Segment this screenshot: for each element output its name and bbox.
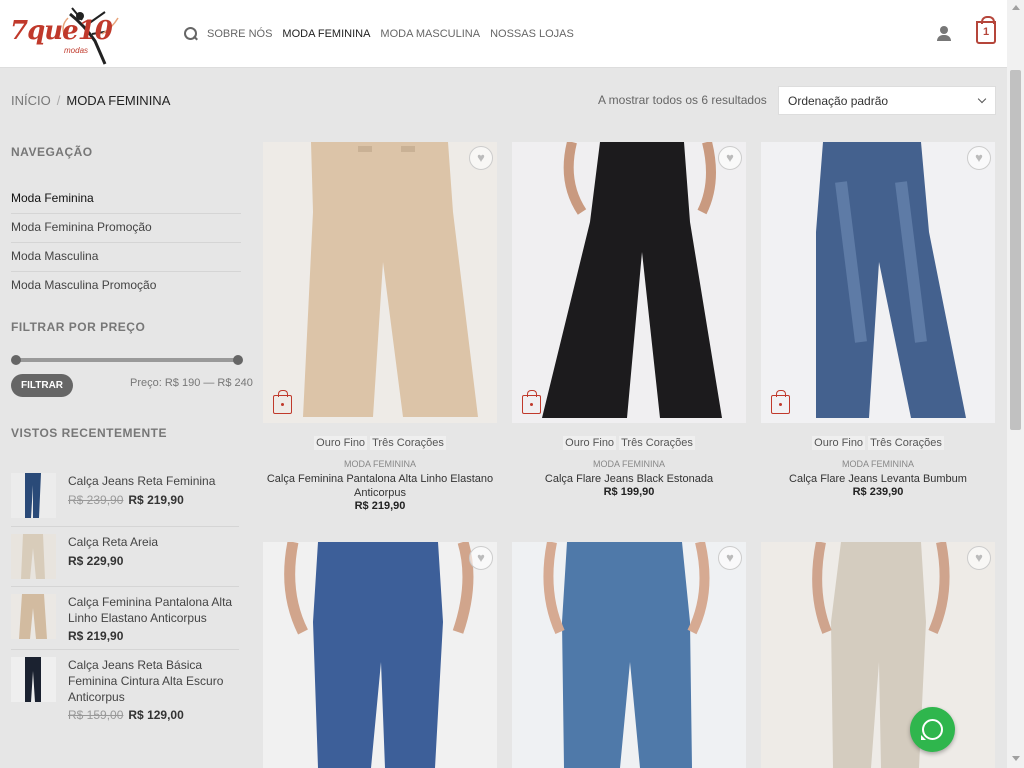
product-tag[interactable]: Ouro Fino xyxy=(563,436,617,450)
product-image[interactable]: ♥ xyxy=(761,142,995,423)
product-price: R$ 199,90 xyxy=(603,486,655,498)
product-tags: Ouro Fino Três Corações xyxy=(263,436,497,450)
scroll-up-arrow-icon[interactable] xyxy=(1012,5,1020,10)
recent-current-price: R$ 219,90 xyxy=(128,493,184,507)
logo[interactable]: 7que10 modas xyxy=(10,6,125,66)
recent-current-price: R$ 129,00 xyxy=(128,708,184,722)
nav-moda-masculina[interactable]: MODA MASCULINA xyxy=(380,28,480,40)
price-range-label: Preço: R$ 190 — R$ 240 xyxy=(130,377,253,389)
filter-button[interactable]: FILTRAR xyxy=(11,374,73,397)
product-tag[interactable]: Ouro Fino xyxy=(314,436,368,450)
wishlist-heart-icon[interactable]: ♥ xyxy=(967,146,991,170)
product-image[interactable]: ♥ xyxy=(263,542,497,768)
product-image[interactable]: ♥ xyxy=(512,142,746,423)
divider xyxy=(11,649,239,650)
whatsapp-icon[interactable] xyxy=(910,707,955,752)
category-moda-feminina[interactable]: Moda Feminina xyxy=(11,185,241,214)
recent-price: R$ 229,90 xyxy=(68,554,124,568)
wishlist-heart-icon[interactable]: ♥ xyxy=(967,546,991,570)
filter-title: FILTRAR POR PREÇO xyxy=(11,320,146,334)
recent-name[interactable]: Calça Jeans Reta Feminina xyxy=(68,473,240,489)
recent-price: R$ 219,90 xyxy=(68,629,124,643)
product-image[interactable]: ♥ xyxy=(263,142,497,423)
product-name[interactable]: Calça Flare Jeans Levanta Bumbum xyxy=(761,472,995,486)
results-count: A mostrar todos os 6 resultados xyxy=(598,93,767,107)
search-icon[interactable] xyxy=(183,26,199,42)
category-list: Moda Feminina Moda Feminina Promoção Mod… xyxy=(11,185,241,301)
recent-name[interactable]: Calça Reta Areia xyxy=(68,534,240,550)
breadcrumb-home[interactable]: INÍCIO xyxy=(11,93,51,108)
recent-thumb[interactable] xyxy=(11,594,56,639)
cart-icon[interactable]: 1 xyxy=(976,16,996,44)
category-moda-masculina[interactable]: Moda Masculina xyxy=(11,243,241,272)
recent-old-price: R$ 239,90 xyxy=(68,493,124,507)
product-tags: Ouro Fino Três Corações xyxy=(761,436,995,450)
scrollbar-thumb[interactable] xyxy=(1010,70,1021,430)
nav-moda-feminina[interactable]: MODA FEMININA xyxy=(282,28,370,40)
nav-nossas-lojas[interactable]: NOSSAS LOJAS xyxy=(490,28,574,40)
recent-thumb[interactable] xyxy=(11,657,56,702)
add-to-cart-bag-icon[interactable] xyxy=(522,390,541,414)
recently-viewed: VISTOS RECENTEMENTE Calça Jeans Reta Fem… xyxy=(11,426,241,722)
product-price: R$ 219,90 xyxy=(354,500,406,512)
scrollbar[interactable] xyxy=(1007,0,1024,768)
wishlist-heart-icon[interactable]: ♥ xyxy=(469,546,493,570)
logo-sub: modas xyxy=(64,46,89,55)
product-category: MODA FEMININA xyxy=(343,459,416,469)
wishlist-heart-icon[interactable]: ♥ xyxy=(718,146,742,170)
slider-max-handle[interactable] xyxy=(233,355,243,365)
wishlist-heart-icon[interactable]: ♥ xyxy=(718,546,742,570)
product-name[interactable]: Calça Feminina Pantalona Alta Linho Elas… xyxy=(263,472,497,500)
add-to-cart-bag-icon[interactable] xyxy=(771,390,790,414)
nav-title: NAVEGAÇÃO xyxy=(11,145,93,159)
product-tag[interactable]: Três Corações xyxy=(370,436,446,450)
product-tag[interactable]: Três Corações xyxy=(619,436,695,450)
nav-sobre-nos[interactable]: SOBRE NÓS xyxy=(207,28,272,40)
product-name[interactable]: Calça Flare Jeans Black Estonada xyxy=(512,472,746,486)
recent-thumb[interactable] xyxy=(11,534,56,579)
product-category: MODA FEMININA xyxy=(592,459,665,469)
slider-track xyxy=(16,358,238,362)
recent-price: R$ 239,90 R$ 219,90 xyxy=(68,493,184,507)
divider xyxy=(11,586,239,587)
site-header: 7que10 modas SOBRE NÓS MODA FEMININA MOD… xyxy=(0,0,1007,68)
recent-old-price: R$ 159,00 xyxy=(68,708,124,722)
breadcrumb-current: MODA FEMININA xyxy=(66,93,171,108)
product-tags: Ouro Fino Três Corações xyxy=(512,436,746,450)
sidebar: NAVEGAÇÃO Moda Feminina Moda Feminina Pr… xyxy=(11,140,241,334)
breadcrumb-separator: / xyxy=(56,93,61,108)
add-to-cart-bag-icon[interactable] xyxy=(273,390,292,414)
logo-text: 7que10 xyxy=(10,16,113,46)
product-price: R$ 239,90 xyxy=(852,486,904,498)
price-slider[interactable] xyxy=(11,355,244,365)
recent-title: VISTOS RECENTEMENTE xyxy=(11,426,167,440)
sort-select[interactable]: Ordenação padrão xyxy=(778,86,996,115)
category-moda-masculina-promocao[interactable]: Moda Masculina Promoção xyxy=(11,272,241,301)
product-category: MODA FEMININA xyxy=(841,459,914,469)
recent-price: R$ 159,00 R$ 129,00 xyxy=(68,708,184,722)
wishlist-heart-icon[interactable]: ♥ xyxy=(469,146,493,170)
breadcrumb: INÍCIO / MODA FEMININA xyxy=(11,93,170,108)
user-icon[interactable] xyxy=(936,26,952,42)
product-image[interactable]: ♥ xyxy=(761,542,995,768)
divider xyxy=(11,526,239,527)
product-tag[interactable]: Três Corações xyxy=(868,436,944,450)
main-nav: SOBRE NÓS MODA FEMININA MODA MASCULINA N… xyxy=(183,26,584,42)
product-tag[interactable]: Ouro Fino xyxy=(812,436,866,450)
scroll-down-arrow-icon[interactable] xyxy=(1012,756,1020,761)
recent-name[interactable]: Calça Jeans Reta Básica Feminina Cintura… xyxy=(68,657,240,705)
slider-min-handle[interactable] xyxy=(11,355,21,365)
recent-thumb[interactable] xyxy=(11,473,56,518)
category-moda-feminina-promocao[interactable]: Moda Feminina Promoção xyxy=(11,214,241,243)
recent-name[interactable]: Calça Feminina Pantalona Alta Linho Elas… xyxy=(68,594,240,626)
product-image[interactable]: ♥ xyxy=(512,542,746,768)
